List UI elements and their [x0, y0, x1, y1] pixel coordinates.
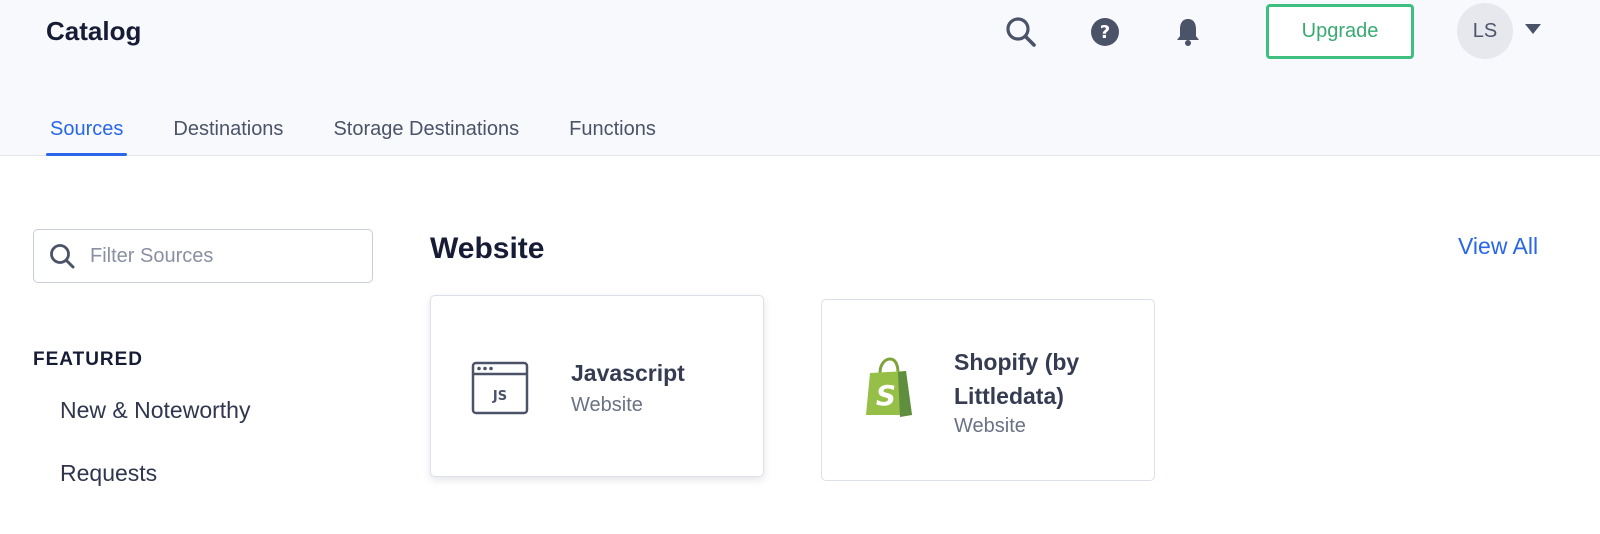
featured-heading: FEATURED	[33, 349, 144, 370]
card-title: Javascript	[571, 360, 685, 386]
sidebar-item-new-noteworthy[interactable]: New & Noteworthy	[60, 397, 250, 424]
svg-text:S: S	[876, 379, 896, 412]
filter-sources-field[interactable]	[33, 229, 373, 283]
avatar[interactable]: LS	[1457, 3, 1513, 59]
tab-functions[interactable]: Functions	[565, 112, 660, 156]
bell-icon[interactable]	[1168, 12, 1208, 52]
search-icon[interactable]	[1001, 12, 1041, 52]
tab-bar: Sources Destinations Storage Destination…	[46, 112, 702, 156]
section-title: Website	[430, 232, 545, 265]
filter-sources-input[interactable]	[90, 244, 350, 268]
card-category: Website	[571, 394, 643, 416]
sidebar-item-requests[interactable]: Requests	[60, 460, 157, 487]
search-icon	[50, 244, 75, 269]
js-browser-icon: JS	[471, 361, 529, 415]
tab-storage-destinations[interactable]: Storage Destinations	[329, 112, 523, 156]
source-card-javascript[interactable]: JS Javascript Website	[430, 295, 764, 477]
view-all-link[interactable]: View All	[1458, 233, 1538, 260]
source-card-shopify[interactable]: S Shopify (by Littledata) Website	[821, 299, 1155, 481]
tab-destinations[interactable]: Destinations	[169, 112, 287, 156]
svg-text:?: ?	[1100, 22, 1110, 43]
tab-sources[interactable]: Sources	[46, 112, 128, 156]
help-icon[interactable]: ?	[1085, 12, 1125, 52]
chevron-down-icon[interactable]	[1524, 22, 1542, 40]
card-category: Website	[954, 415, 1026, 437]
card-title-line2: Littledata)	[954, 383, 1064, 409]
top-header: Catalog ? Upgrade LS Sources Destination…	[0, 0, 1600, 156]
svg-text:JS: JS	[492, 389, 507, 404]
page-title: Catalog	[46, 16, 142, 46]
card-title-line1: Shopify (by	[954, 349, 1080, 375]
shopify-bag-icon: S	[866, 357, 912, 417]
upgrade-button[interactable]: Upgrade	[1266, 4, 1414, 59]
